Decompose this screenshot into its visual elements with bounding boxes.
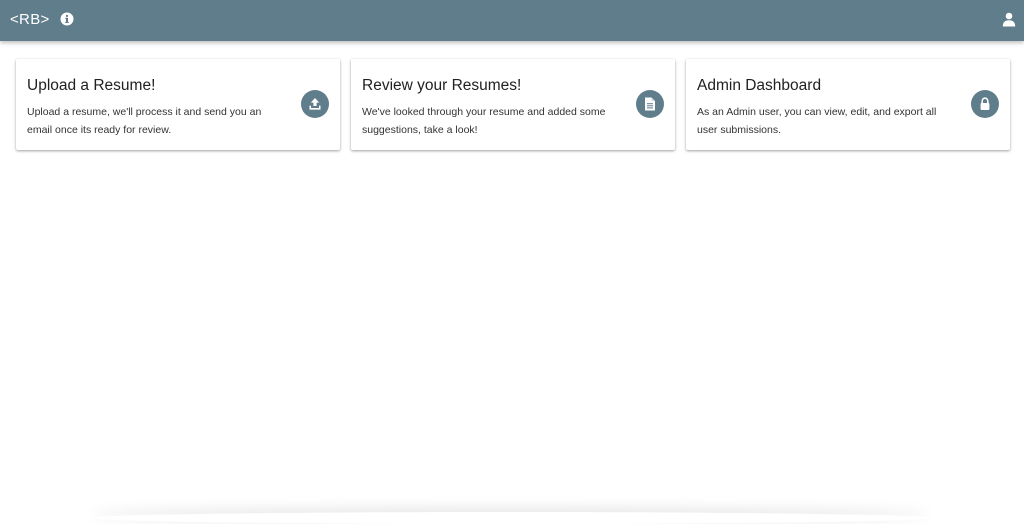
upload-resume-card[interactable]: Upload a Resume! Upload a resume, we'll …	[16, 59, 340, 150]
review-resumes-card[interactable]: Review your Resumes! We've looked throug…	[351, 59, 675, 150]
lock-icon[interactable]	[971, 90, 999, 118]
info-icon[interactable]	[60, 12, 74, 26]
card-description: As an Admin user, you can view, edit, an…	[697, 106, 937, 136]
card-title: Admin Dashboard	[697, 77, 822, 94]
card-description: Upload a resume, we'll process it and se…	[27, 106, 262, 136]
admin-dashboard-card[interactable]: Admin Dashboard As an Admin user, you ca…	[686, 59, 1010, 150]
user-icon[interactable]	[1002, 12, 1016, 27]
app-logo[interactable]: <RB>	[10, 11, 50, 28]
upload-icon[interactable]	[301, 90, 329, 118]
app-bar: <RB>	[0, 0, 1024, 41]
card-title: Upload a Resume!	[27, 77, 156, 94]
document-icon[interactable]	[636, 90, 664, 118]
card-description: We've looked through your resume and add…	[362, 106, 606, 136]
bottom-shadow	[90, 512, 930, 524]
card-title: Review your Resumes!	[362, 77, 522, 94]
